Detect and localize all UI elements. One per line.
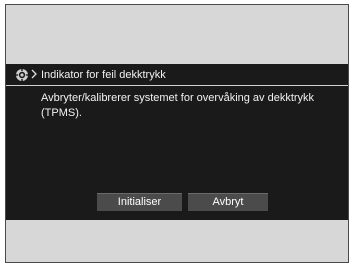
dialog-title: Indikator for feil dekktrykk [41, 69, 166, 81]
dialog-screen: Indikator for feil dekktrykk Avbryter/ka… [6, 64, 348, 220]
device-frame: Indikator for feil dekktrykk Avbryter/ka… [5, 4, 349, 263]
tire-pressure-wheel-icon [15, 68, 29, 82]
dialog-header: Indikator for feil dekktrykk [6, 64, 348, 86]
cancel-button[interactable]: Avbryt [188, 193, 268, 211]
initialize-button[interactable]: Initialiser [97, 193, 182, 211]
chevron-right-icon [30, 67, 39, 81]
dialog-message: Avbryter/kalibrerer systemet for overvåk… [41, 92, 315, 119]
